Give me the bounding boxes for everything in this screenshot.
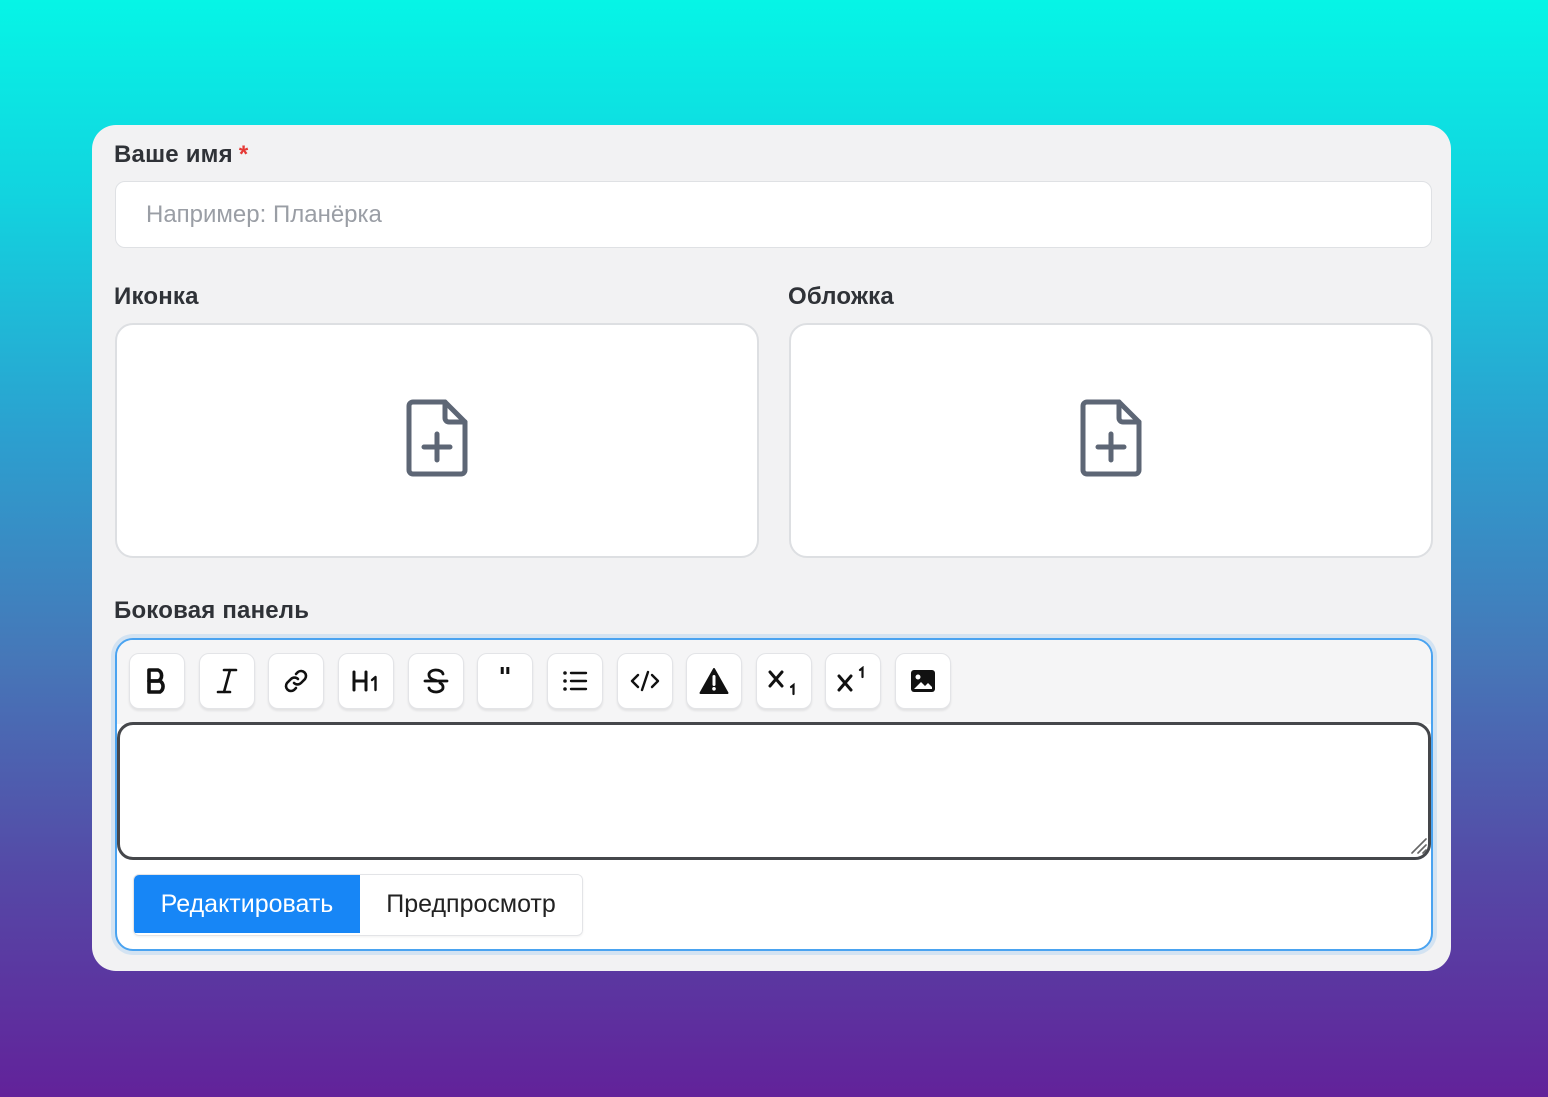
bold-icon	[145, 667, 169, 695]
sidebar-textarea[interactable]	[117, 722, 1431, 860]
code-button[interactable]	[617, 653, 673, 709]
subscript-icon	[767, 666, 801, 696]
markdown-editor: " Редактировать Предпросмотр	[115, 638, 1433, 951]
cover-dropzone[interactable]	[789, 323, 1433, 558]
cover-label: Обложка	[788, 283, 894, 310]
name-label-text: Ваше имя	[114, 141, 233, 168]
superscript-button[interactable]	[825, 653, 881, 709]
icon-label: Иконка	[114, 283, 199, 310]
strikethrough-button[interactable]	[408, 653, 464, 709]
strikethrough-icon	[422, 667, 450, 695]
required-asterisk: *	[238, 141, 249, 168]
heading-button[interactable]	[338, 653, 394, 709]
italic-icon	[215, 667, 239, 695]
editor-toolbar: "	[117, 640, 1431, 724]
image-icon	[910, 669, 936, 693]
form-card: Ваше имя* Иконка Обложка Боковая панель	[92, 125, 1451, 971]
file-plus-icon	[1079, 398, 1143, 483]
quote-icon: "	[498, 663, 512, 693]
code-icon	[630, 669, 660, 693]
file-plus-icon	[405, 398, 469, 483]
name-label: Ваше имя *	[114, 141, 248, 169]
sidebar-label: Боковая панель	[114, 597, 310, 624]
link-button[interactable]	[268, 653, 324, 709]
list-icon	[561, 669, 589, 693]
tab-edit[interactable]: Редактировать	[134, 875, 360, 933]
resize-handle-icon[interactable]	[1409, 836, 1427, 854]
superscript-icon	[836, 666, 870, 696]
bulleted-list-button[interactable]	[547, 653, 603, 709]
image-button[interactable]	[895, 653, 951, 709]
tab-preview[interactable]: Предпросмотр	[360, 875, 582, 933]
name-input[interactable]	[115, 181, 1432, 248]
link-icon	[282, 667, 310, 695]
bold-button[interactable]	[129, 653, 185, 709]
italic-button[interactable]	[199, 653, 255, 709]
subscript-button[interactable]	[756, 653, 812, 709]
heading-icon	[351, 668, 381, 694]
editor-mode-tabs: Редактировать Предпросмотр	[133, 874, 583, 936]
quote-button[interactable]: "	[477, 653, 533, 709]
warning-icon	[699, 667, 729, 695]
warning-button[interactable]	[686, 653, 742, 709]
icon-dropzone[interactable]	[115, 323, 759, 558]
